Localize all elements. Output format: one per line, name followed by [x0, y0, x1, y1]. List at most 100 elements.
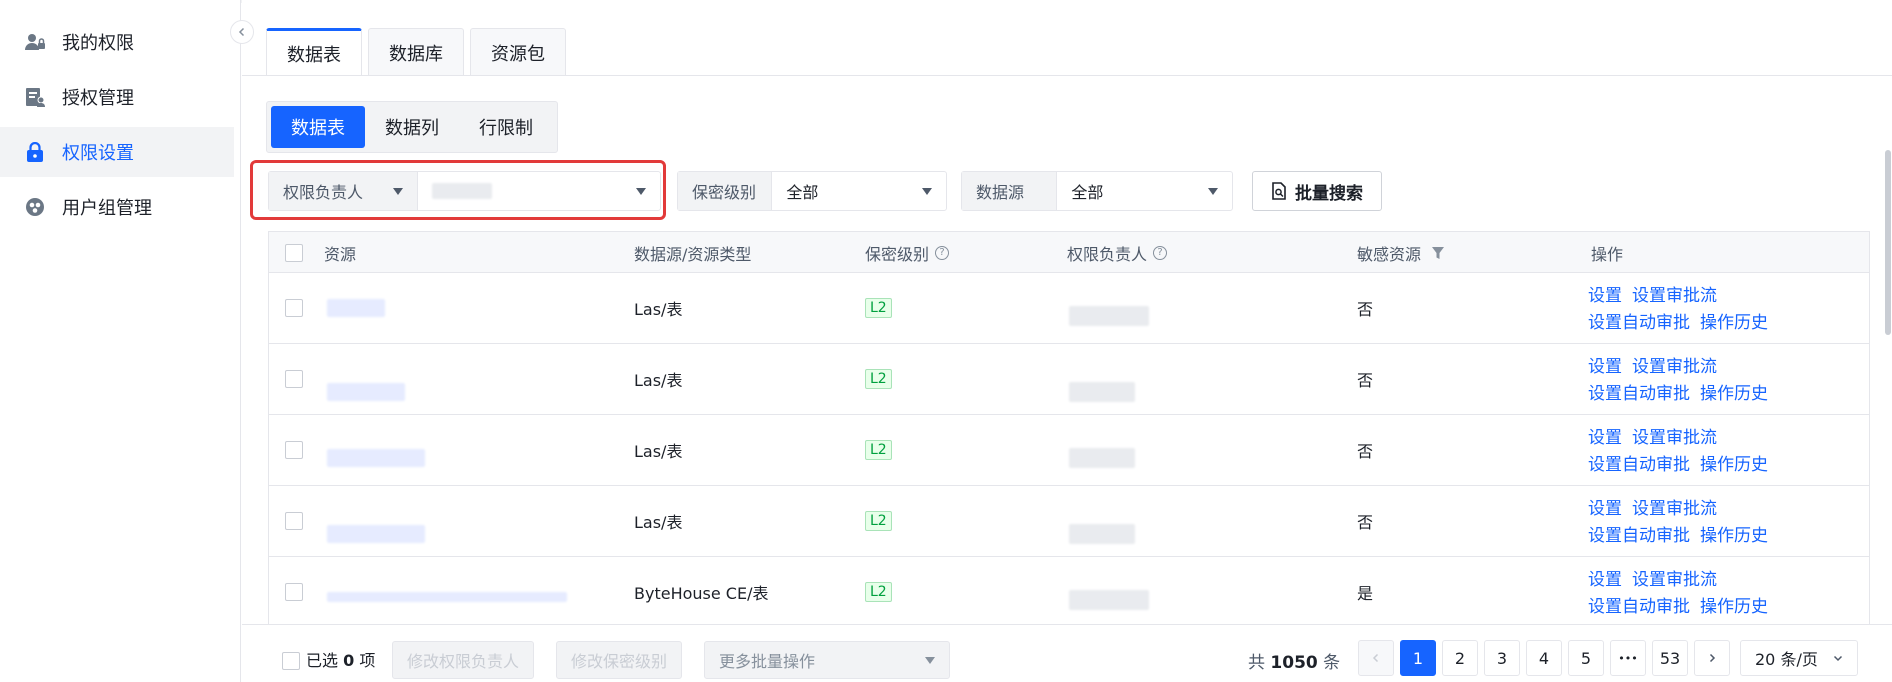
set-auto-approval-link[interactable]: 设置自动审批: [1588, 597, 1690, 617]
tab-databases[interactable]: 数据库: [368, 28, 464, 76]
source-type-cell: ByteHouse CE/表: [634, 584, 769, 603]
sidebar-item-permission-settings[interactable]: 权限设置: [0, 127, 234, 177]
row-checkbox[interactable]: [285, 441, 303, 459]
set-approval-flow-link[interactable]: 设置审批流: [1632, 428, 1717, 448]
tab-resource-packages[interactable]: 资源包: [470, 28, 566, 76]
set-link[interactable]: 设置: [1588, 286, 1622, 306]
header-owner: 权限负责人 ?: [1067, 232, 1168, 273]
header-actions: 操作: [1591, 244, 1624, 264]
row-checkbox[interactable]: [285, 512, 303, 530]
tab-tables[interactable]: 数据表: [266, 28, 362, 76]
next-page-button[interactable]: [1694, 640, 1730, 676]
header-sensitive: 敏感资源: [1357, 232, 1445, 273]
bulk-search-button[interactable]: 批量搜索: [1252, 171, 1382, 211]
set-auto-approval-link[interactable]: 设置自动审批: [1588, 384, 1690, 404]
help-icon[interactable]: ?: [935, 245, 950, 260]
row-actions: 设置 设置审批流 设置自动审批 操作历史: [1588, 425, 1788, 479]
bulk-search-label: 批量搜索: [1295, 183, 1363, 204]
chevron-right-icon: [1709, 653, 1716, 663]
set-link[interactable]: 设置: [1588, 428, 1622, 448]
page-ellipsis[interactable]: •••: [1610, 640, 1646, 676]
blurred-owner-name: [1069, 306, 1149, 326]
operation-history-link[interactable]: 操作历史: [1700, 313, 1768, 333]
set-approval-flow-link[interactable]: 设置审批流: [1632, 286, 1717, 306]
change-security-level-button[interactable]: 修改保密级别: [556, 641, 683, 679]
subtab-columns[interactable]: 数据列: [365, 106, 459, 148]
set-auto-approval-link[interactable]: 设置自动审批: [1588, 313, 1690, 333]
table-row: ByteHouse CE/表 L2 是 设置 设置审批流 设置自动审批 操作历史: [269, 557, 1869, 624]
page-size-select[interactable]: 20 条/页: [1740, 640, 1858, 676]
permissions-table: 资源 数据源/资源类型 保密级别 ? 权限负责人 ? 敏感资源 操作 Las/表: [268, 231, 1870, 624]
sensitive-cell: 否: [1357, 371, 1374, 390]
blurred-resource-name[interactable]: [327, 383, 405, 401]
set-approval-flow-link[interactable]: 设置审批流: [1632, 357, 1717, 377]
vertical-scrollbar[interactable]: [1885, 150, 1891, 335]
sidebar-item-label: 权限设置: [62, 143, 134, 164]
source-type-cell: Las/表: [634, 300, 683, 319]
security-level-tag: L2: [865, 440, 892, 460]
caret-down-icon: [925, 656, 935, 664]
data-source-select[interactable]: 全部: [1057, 172, 1232, 210]
sensitive-cell: 否: [1357, 513, 1374, 532]
data-source-filter: 数据源 全部: [961, 171, 1233, 211]
tabs-divider: [242, 75, 1892, 76]
row-checkbox[interactable]: [285, 370, 303, 388]
security-level-select[interactable]: 全部: [772, 172, 946, 210]
file-search-icon: [1272, 182, 1286, 200]
set-auto-approval-link[interactable]: 设置自动审批: [1588, 526, 1690, 546]
set-link[interactable]: 设置: [1588, 499, 1622, 519]
blurred-resource-name[interactable]: [327, 449, 425, 467]
select-all-checkbox[interactable]: [285, 243, 303, 262]
sidebar-item-auth-management[interactable]: 授权管理: [0, 72, 234, 122]
operation-history-link[interactable]: 操作历史: [1700, 384, 1768, 404]
page-1[interactable]: 1: [1400, 640, 1436, 676]
document-user-icon: [24, 86, 46, 108]
operation-history-link[interactable]: 操作历史: [1700, 526, 1768, 546]
chevron-down-icon: [1833, 655, 1843, 662]
blurred-resource-name[interactable]: [327, 299, 385, 317]
blurred-owner-name: [1069, 382, 1135, 402]
sidebar-item-label: 我的权限: [62, 33, 134, 54]
main-content: 数据表 数据库 资源包 数据表 数据列 行限制 权限负责人 保密级别 全部 数据…: [242, 0, 1892, 682]
total-count-text: 共 1050 条: [1248, 653, 1341, 673]
operation-history-link[interactable]: 操作历史: [1700, 597, 1768, 617]
change-owner-button[interactable]: 修改权限负责人: [392, 641, 535, 679]
sidebar-item-user-groups[interactable]: 用户组管理: [0, 182, 234, 232]
page-2[interactable]: 2: [1442, 640, 1478, 676]
page-3[interactable]: 3: [1484, 640, 1520, 676]
filter-icon[interactable]: [1431, 246, 1445, 260]
page-5[interactable]: 5: [1568, 640, 1604, 676]
set-link[interactable]: 设置: [1588, 570, 1622, 590]
group-icon: [24, 196, 46, 218]
blurred-resource-name[interactable]: [327, 592, 567, 602]
table-header: 资源 数据源/资源类型 保密级别 ? 权限负责人 ? 敏感资源 操作: [269, 232, 1869, 273]
set-auto-approval-link[interactable]: 设置自动审批: [1588, 455, 1690, 475]
sidebar-item-my-permissions[interactable]: 我的权限: [0, 17, 234, 67]
page-4[interactable]: 4: [1526, 640, 1562, 676]
more-bulk-actions-select[interactable]: 更多批量操作: [704, 641, 950, 679]
blurred-resource-name[interactable]: [327, 525, 425, 543]
table-row: Las/表 L2 否 设置 设置审批流 设置自动审批 操作历史: [269, 415, 1869, 486]
row-checkbox[interactable]: [285, 299, 303, 317]
set-approval-flow-link[interactable]: 设置审批流: [1632, 570, 1717, 590]
table-body: Las/表 L2 否 设置 设置审批流 设置自动审批 操作历史 Las/表 L2 否…: [269, 273, 1869, 624]
page-53[interactable]: 53: [1652, 640, 1688, 676]
subtab-tables[interactable]: 数据表: [271, 106, 365, 148]
source-type-cell: Las/表: [634, 513, 683, 532]
caret-down-icon: [1208, 187, 1218, 195]
sensitive-cell: 是: [1357, 584, 1374, 603]
collapse-sidebar-button[interactable]: [230, 20, 254, 44]
sensitive-cell: 否: [1357, 300, 1374, 319]
footer-select-all-checkbox[interactable]: [282, 652, 300, 670]
prev-page-button[interactable]: [1358, 640, 1394, 676]
security-level-tag: L2: [865, 511, 892, 531]
help-icon[interactable]: ?: [1153, 245, 1168, 260]
security-level-tag: L2: [865, 298, 892, 318]
set-approval-flow-link[interactable]: 设置审批流: [1632, 499, 1717, 519]
header-source-type: 数据源/资源类型: [634, 244, 752, 264]
subtab-row-limits[interactable]: 行限制: [459, 106, 553, 148]
sidebar: 我的权限 授权管理 权限设置 用户组管理: [0, 0, 241, 682]
row-checkbox[interactable]: [285, 583, 303, 601]
set-link[interactable]: 设置: [1588, 357, 1622, 377]
operation-history-link[interactable]: 操作历史: [1700, 455, 1768, 475]
